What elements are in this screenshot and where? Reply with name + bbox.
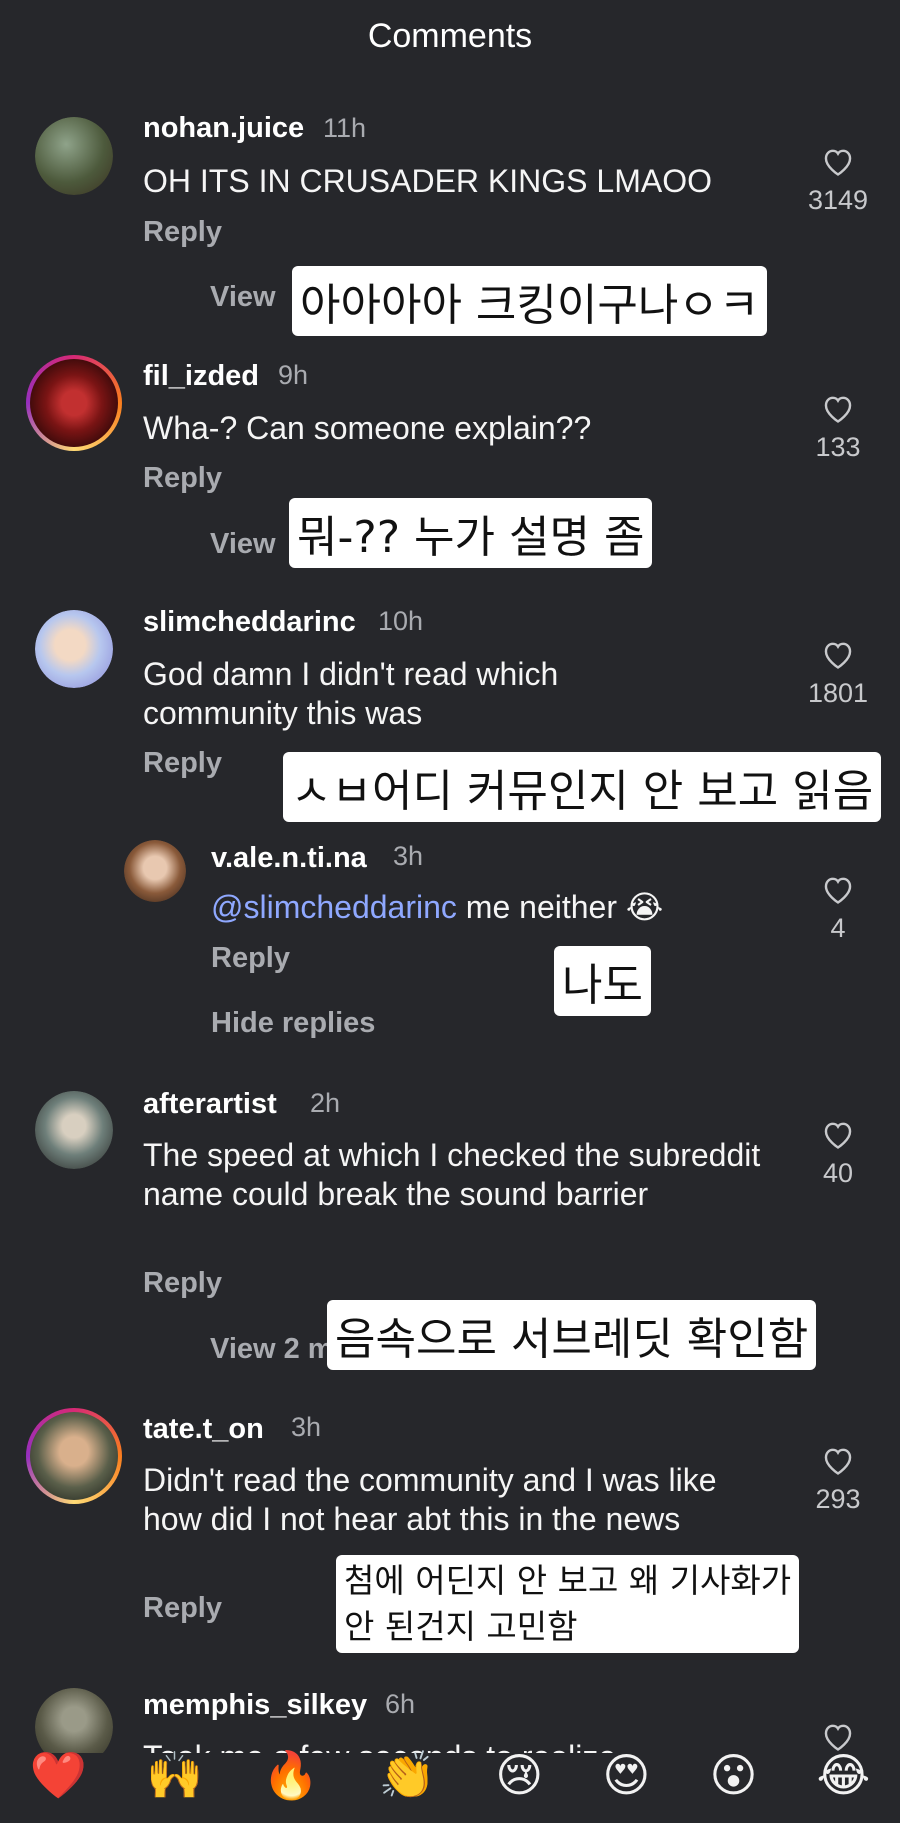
view-replies-button[interactable]: View xyxy=(210,528,276,561)
timestamp: 6h xyxy=(385,1689,416,1719)
heart-icon xyxy=(824,1724,852,1751)
translation-text: 뭐-?? 누가 설명 좀 xyxy=(297,512,645,563)
reply-button[interactable]: Reply xyxy=(143,216,222,249)
comment-text: God damn I didn't read which community t… xyxy=(143,656,559,731)
translation-text: 음속으로 서브레딧 확인함 xyxy=(335,1314,809,1365)
like-button[interactable]: 1801 xyxy=(803,638,873,709)
translation-text: ㅅㅂ어디 커뮤인지 안 보고 읽음 xyxy=(291,766,874,817)
like-count: 3149 xyxy=(807,185,869,215)
timestamp: 11h xyxy=(323,113,367,143)
translation-overlay: 나도 xyxy=(554,946,651,1016)
heart-eyes-emoji-button[interactable]: 😍 xyxy=(602,1752,650,1798)
timestamp: 10h xyxy=(378,606,424,636)
like-button[interactable]: 4 xyxy=(803,873,873,944)
translation-text-line-1: 첨에 어딘지 안 보고 왜 기사화가 xyxy=(344,1561,792,1600)
hide-replies-button[interactable]: Hide replies xyxy=(211,1007,375,1040)
comment-text: Didn't read the community and I was like… xyxy=(143,1462,717,1537)
like-count: 4 xyxy=(830,913,846,943)
avatar[interactable] xyxy=(26,1408,122,1504)
like-button[interactable]: 3149 xyxy=(803,145,873,216)
comment-text: OH ITS IN CRUSADER KINGS LMAOO xyxy=(143,163,712,199)
raised-hands-emoji-button[interactable]: 🙌 xyxy=(146,1752,203,1798)
like-button[interactable]: 293 xyxy=(803,1444,873,1515)
like-count: 40 xyxy=(822,1158,854,1188)
translation-overlay: 음속으로 서브레딧 확인함 xyxy=(327,1300,817,1370)
fire-emoji-button[interactable]: 🔥 xyxy=(262,1752,319,1798)
like-count: 293 xyxy=(815,1484,861,1514)
view-replies-button[interactable]: View 2 m xyxy=(210,1333,334,1366)
crying-emoji-button[interactable]: 😢 xyxy=(495,1752,543,1798)
avatar[interactable] xyxy=(35,610,113,688)
translation-overlay: 뭐-?? 누가 설명 좀 xyxy=(289,498,653,568)
avatar[interactable] xyxy=(35,1688,113,1753)
mention-link[interactable]: @slimcheddarinc xyxy=(211,889,457,925)
comment-text: Wha-? Can someone explain?? xyxy=(143,410,592,446)
translation-overlay: ㅅㅂ어디 커뮤인지 안 보고 읽음 xyxy=(283,752,882,822)
avatar[interactable] xyxy=(124,840,186,902)
view-replies-button[interactable]: View xyxy=(210,281,276,314)
comments-header: Comments xyxy=(0,0,900,72)
page-title: Comments xyxy=(367,16,533,55)
heart-icon xyxy=(824,1122,852,1149)
heart-emoji-button[interactable]: ❤️ xyxy=(30,1752,87,1798)
like-button[interactable] xyxy=(803,1720,873,1752)
emoji-reaction-bar: ❤️ 🙌 🔥 👏 😢 😍 😮 😂 xyxy=(0,1752,900,1823)
clapping-emoji-button[interactable]: 👏 xyxy=(379,1752,436,1798)
username[interactable]: tate.t_on xyxy=(143,1413,264,1446)
reply-button[interactable]: Reply xyxy=(143,1267,222,1300)
reply-button[interactable]: Reply xyxy=(211,942,290,975)
translation-text-line-2: 안 된건지 고민함 xyxy=(344,1607,578,1646)
username[interactable]: afterartist xyxy=(143,1088,277,1121)
username[interactable]: v.ale.n.ti.na xyxy=(211,842,367,875)
timestamp: 3h xyxy=(393,841,424,871)
username[interactable]: fil_izded xyxy=(143,360,259,393)
heart-icon xyxy=(824,396,852,423)
comment-text: Took me a few seconds to realize xyxy=(143,1738,783,1753)
reply-button[interactable]: Reply xyxy=(143,462,222,495)
like-button[interactable]: 133 xyxy=(803,392,873,463)
translation-overlay: 아아아아 크킹이구나ㅇㅋ xyxy=(292,266,768,336)
username[interactable]: slimcheddarinc xyxy=(143,606,356,639)
username[interactable]: memphis_silkey xyxy=(143,1689,367,1722)
avatar[interactable] xyxy=(26,355,122,451)
translation-overlay: 첨에 어딘지 안 보고 왜 기사화가 안 된건지 고민함 xyxy=(336,1555,800,1653)
heart-icon xyxy=(824,877,852,904)
laughing-emoji-button[interactable]: 😂 xyxy=(817,1752,871,1798)
timestamp: 2h xyxy=(310,1088,341,1118)
avatar[interactable] xyxy=(35,117,113,195)
surprised-emoji-button[interactable]: 😮 xyxy=(709,1752,757,1798)
heart-icon xyxy=(824,149,852,176)
like-count: 133 xyxy=(815,432,861,462)
heart-icon xyxy=(824,1448,852,1475)
avatar[interactable] xyxy=(35,1091,113,1169)
timestamp: 9h xyxy=(278,360,309,390)
comment-partial: memphis_silkey 6h Took me a few seconds … xyxy=(0,1680,900,1753)
comment-text: The speed at which I checked the subredd… xyxy=(143,1137,761,1212)
translation-text: 아아아아 크킹이구나ㅇㅋ xyxy=(300,280,760,331)
like-count: 1801 xyxy=(807,678,869,708)
reply-text: me neither 😭 xyxy=(456,889,664,925)
comment-text: @slimcheddarinc me neither 😭 xyxy=(211,888,771,927)
reply-button[interactable]: Reply xyxy=(143,1592,222,1625)
reply-button[interactable]: Reply xyxy=(143,747,222,780)
like-button[interactable]: 40 xyxy=(803,1118,873,1189)
translation-text: 나도 xyxy=(562,960,643,1011)
heart-icon xyxy=(824,642,852,669)
username[interactable]: nohan.juice xyxy=(143,112,304,145)
timestamp: 3h xyxy=(291,1412,322,1442)
